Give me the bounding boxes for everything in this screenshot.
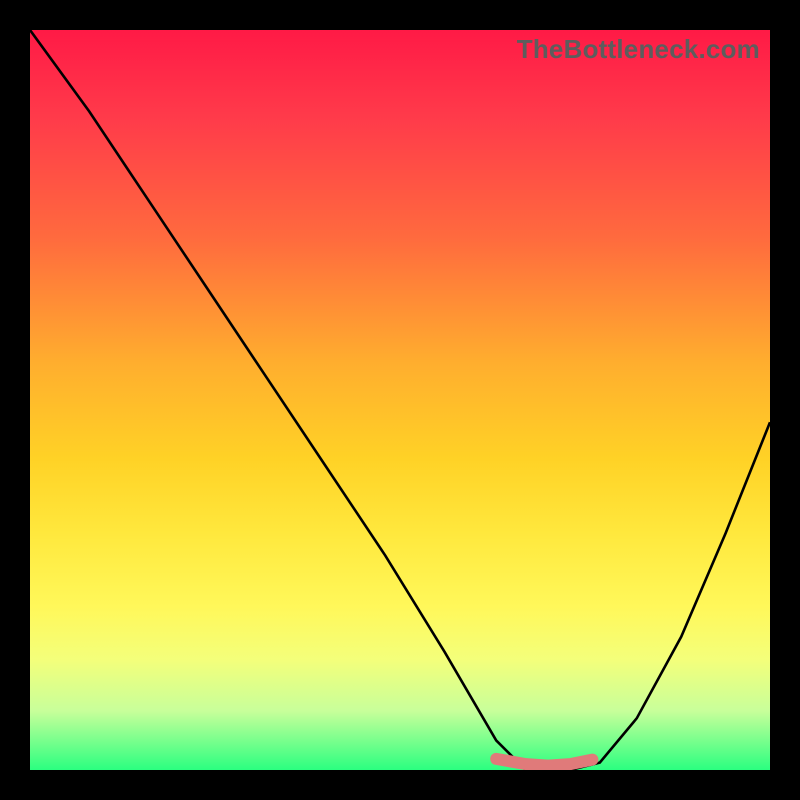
chart-container: TheBottleneck.com [0, 0, 800, 800]
optimal-band-path [496, 759, 592, 766]
bottleneck-curve-path [30, 30, 770, 770]
plot-area: TheBottleneck.com [30, 30, 770, 770]
curve-layer [30, 30, 770, 770]
